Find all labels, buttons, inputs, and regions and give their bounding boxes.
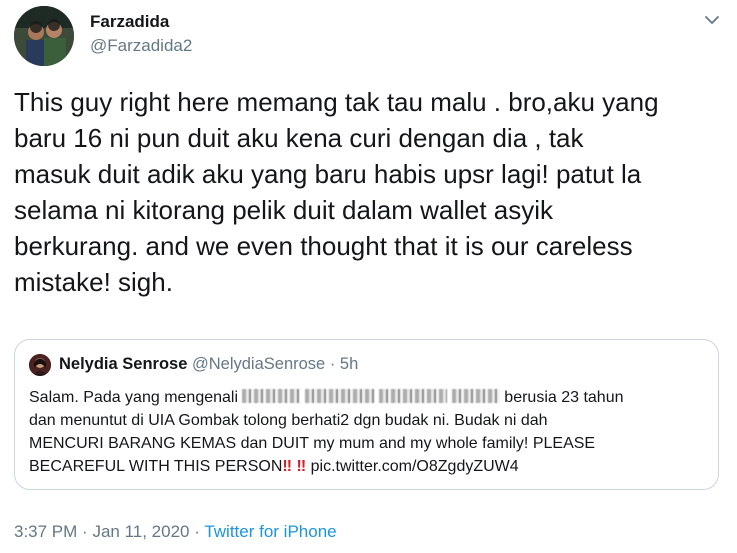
tweet-text-line: selama ni kitorang pelik duit dalam wall… bbox=[14, 195, 554, 225]
quoted-time: 5h bbox=[339, 355, 359, 373]
chevron-down-icon bbox=[705, 16, 719, 24]
quoted-text: Salam. Pada yang mengenali berusia 23 ta… bbox=[29, 386, 709, 478]
quoted-author-name: Nelydia Senrose bbox=[59, 355, 188, 373]
quoted-text-line: BECAREFUL WITH THIS PERSON‼ ‼ pic.twitte… bbox=[29, 455, 709, 478]
double-exclamation-emoji: ‼ bbox=[282, 458, 293, 475]
avatar-image bbox=[14, 6, 74, 66]
tweet-text-line: This guy right here memang tak tau malu … bbox=[14, 87, 659, 117]
quoted-line1-end: berusia 23 tahun bbox=[504, 389, 624, 406]
redacted-text bbox=[304, 389, 375, 403]
quoted-header: Nelydia Senrose @NelydiaSenrose · 5h bbox=[59, 355, 358, 374]
redacted-text bbox=[379, 389, 448, 403]
quoted-text-line: MENCURI BARANG KEMAS dan DUIT my mum and… bbox=[29, 435, 596, 452]
quoted-line1-start: Salam. Pada yang mengenali bbox=[29, 389, 239, 406]
redacted-text bbox=[451, 389, 500, 403]
quoted-text-line: Salam. Pada yang mengenali berusia 23 ta… bbox=[29, 386, 709, 409]
tweet-text-line: masuk duit adik aku yang baru habis upsr… bbox=[14, 159, 642, 189]
tweet-footer: 3:37 PM · Jan 11, 2020 · Twitter for iPh… bbox=[14, 522, 337, 542]
quoted-author-avatar bbox=[29, 354, 51, 376]
redacted-text bbox=[242, 389, 301, 403]
footer-separator: · bbox=[194, 522, 200, 541]
tweet-date[interactable]: Jan 11, 2020 bbox=[92, 522, 189, 541]
tweet-text: This guy right here memang tak tau malu … bbox=[14, 84, 729, 300]
more-options-button[interactable] bbox=[700, 8, 724, 32]
quoted-tweet[interactable]: Nelydia Senrose @NelydiaSenrose · 5h Sal… bbox=[14, 339, 719, 490]
quoted-line4-start: BECAREFUL WITH THIS PERSON bbox=[29, 458, 283, 475]
quoted-separator: · bbox=[329, 355, 336, 373]
author-handle[interactable]: @Farzadida2 bbox=[90, 36, 192, 56]
author-name[interactable]: Farzadida bbox=[90, 12, 169, 32]
quoted-pic-link[interactable]: pic.twitter.com/O8ZgdyZUW4 bbox=[311, 458, 519, 475]
tweet-text-line: berkurang. and we even thought that it i… bbox=[14, 231, 633, 261]
footer-separator: · bbox=[82, 522, 88, 541]
quoted-author-handle: @NelydiaSenrose bbox=[191, 355, 326, 373]
quoted-avatar-image bbox=[29, 354, 51, 376]
quoted-text-line: dan menuntut di UIA Gombak tolong berhat… bbox=[29, 412, 548, 429]
author-avatar[interactable] bbox=[14, 6, 74, 66]
tweet-time[interactable]: 3:37 PM bbox=[14, 522, 77, 541]
double-exclamation-emoji: ‼ bbox=[296, 458, 307, 475]
tweet-text-line: mistake! sigh. bbox=[14, 267, 173, 297]
tweet-text-line: baru 16 ni pun duit aku kena curi dengan… bbox=[14, 123, 584, 153]
tweet-source-link[interactable]: Twitter for iPhone bbox=[204, 522, 336, 541]
